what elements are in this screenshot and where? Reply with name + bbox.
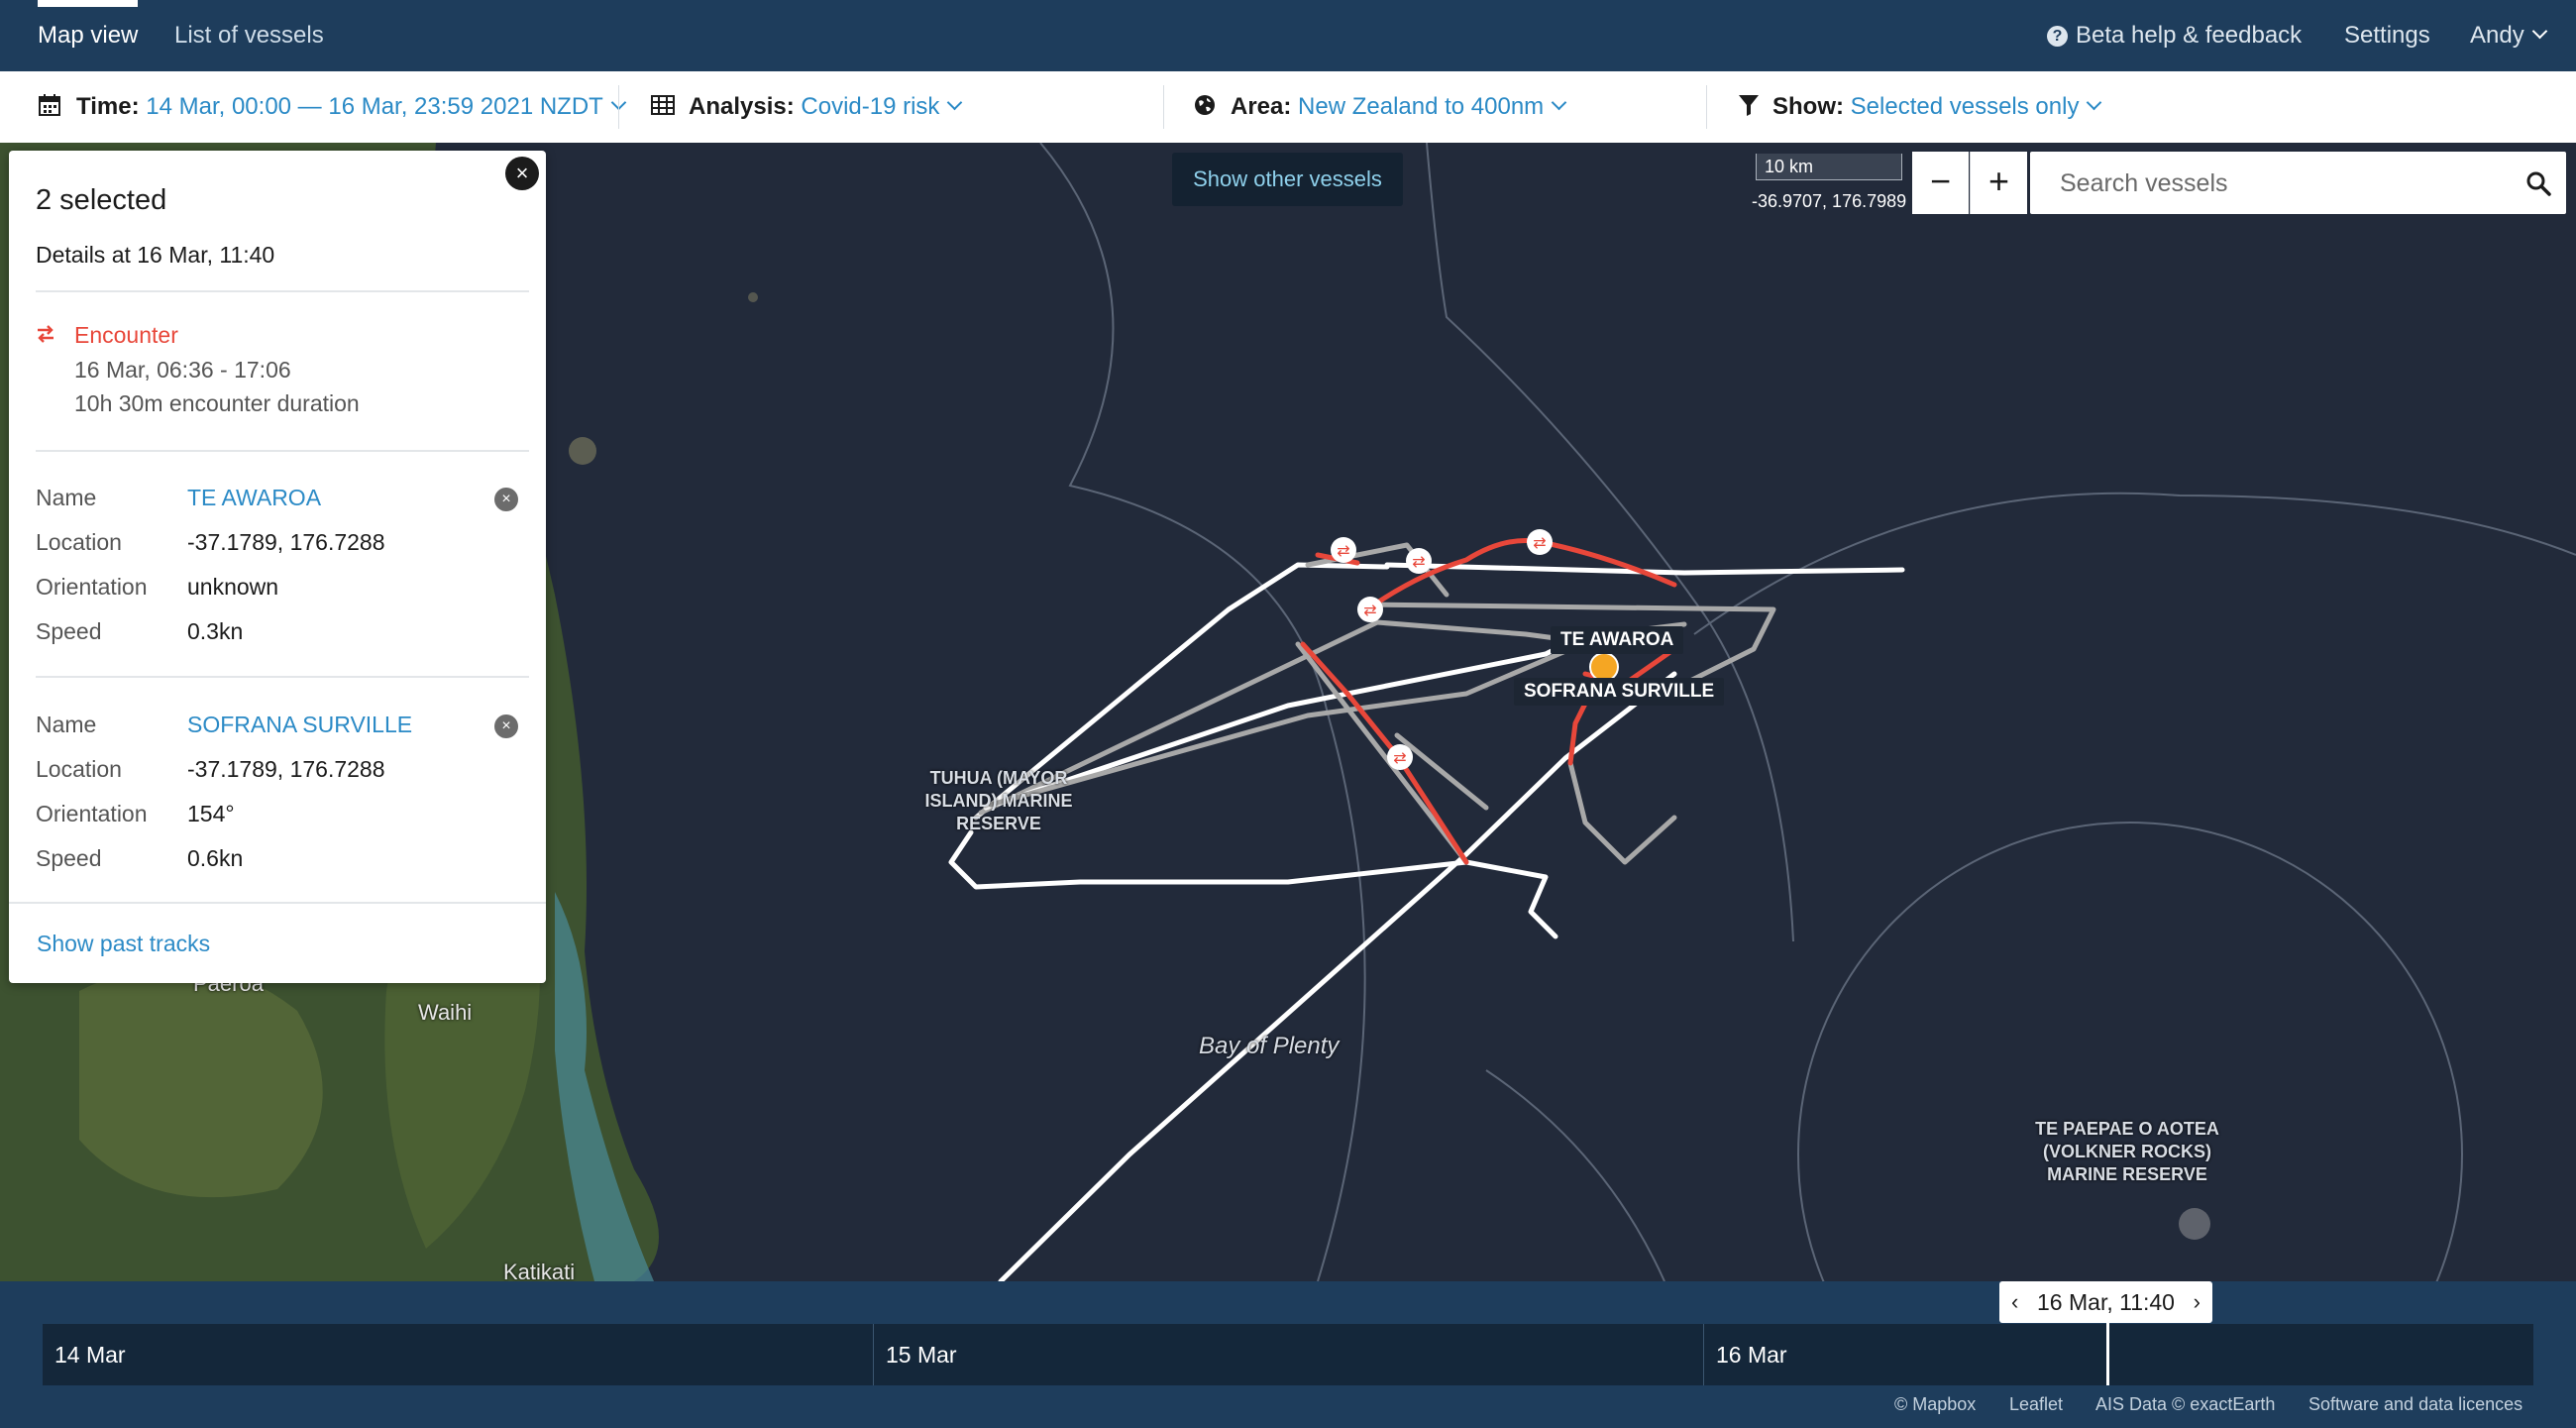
area-filter[interactable]: Area: New Zealand to 400nm bbox=[1231, 71, 1567, 143]
close-icon[interactable]: × bbox=[505, 157, 539, 190]
encounter-time-range: 16 Mar, 06:36 - 17:06 bbox=[74, 357, 291, 383]
zoom-in-button[interactable]: + bbox=[1970, 152, 2027, 214]
divider bbox=[618, 85, 619, 129]
vessel-location: -37.1789, 176.7288 bbox=[187, 756, 385, 782]
vessel-speed: 0.3kn bbox=[187, 618, 244, 644]
selection-panel: × 2 selected Details at 16 Mar, 11:40 En… bbox=[9, 151, 546, 983]
svg-text:⇄: ⇄ bbox=[1533, 533, 1546, 552]
show-other-vessels-button[interactable]: Show other vessels bbox=[1172, 153, 1403, 206]
field-label-orientation: Orientation bbox=[36, 574, 148, 600]
divider bbox=[36, 676, 529, 678]
divider bbox=[1163, 85, 1164, 129]
map-scale: 10 km bbox=[1756, 154, 1902, 180]
field-label-orientation: Orientation bbox=[36, 801, 148, 826]
svg-text:⇄: ⇄ bbox=[1337, 541, 1349, 560]
svg-text:⇄: ⇄ bbox=[1363, 601, 1376, 619]
panel-title: 2 selected bbox=[36, 184, 167, 216]
field-label-speed: Speed bbox=[36, 618, 102, 644]
user-name: Andy bbox=[2470, 22, 2524, 49]
divider bbox=[36, 450, 529, 452]
footer-link-mapbox[interactable]: © Mapbox bbox=[1894, 1394, 1976, 1415]
divider bbox=[1706, 85, 1707, 129]
cursor-coordinates: -36.9707, 176.7989 bbox=[1752, 191, 1907, 211]
chevron-down-icon bbox=[2087, 94, 2102, 111]
time-filter-value: 14 Mar, 00:00 — 16 Mar, 23:59 2021 NZDT bbox=[146, 93, 603, 120]
vessel-speed: 0.6kn bbox=[187, 845, 244, 871]
field-label-name: Name bbox=[36, 712, 97, 737]
encounter-duration: 10h 30m encounter duration bbox=[74, 390, 360, 416]
area-filter-value: New Zealand to 400nm bbox=[1298, 93, 1545, 120]
filter-icon bbox=[1739, 95, 1759, 116]
time-filter[interactable]: Time: 14 Mar, 00:00 — 16 Mar, 23:59 2021… bbox=[76, 71, 627, 143]
analysis-filter-label: Analysis: bbox=[689, 93, 795, 120]
place-label-waihi: Waihi bbox=[418, 1000, 473, 1025]
show-past-tracks-link[interactable]: Show past tracks bbox=[37, 931, 210, 957]
analysis-filter-value: Covid-19 risk bbox=[801, 93, 940, 120]
show-filter-label: Show: bbox=[1772, 93, 1844, 120]
field-label-speed: Speed bbox=[36, 845, 102, 871]
search-icon[interactable] bbox=[2525, 170, 2551, 196]
globe-icon bbox=[1195, 95, 1215, 115]
show-filter[interactable]: Show: Selected vessels only bbox=[1772, 71, 2102, 143]
vessel-label-sofrana-surville[interactable]: SOFRANA SURVILLE bbox=[1514, 678, 1725, 706]
divider bbox=[36, 290, 529, 292]
timeline-current-time: ‹ 16 Mar, 11:40 › bbox=[1999, 1281, 2212, 1323]
vessel-orientation: 154° bbox=[187, 801, 235, 826]
timeline-day: 14 Mar bbox=[54, 1342, 126, 1368]
vessel-name-link[interactable]: TE AWAROA bbox=[187, 485, 321, 511]
svg-text:⇄: ⇄ bbox=[1412, 552, 1425, 571]
help-label: Beta help & feedback bbox=[2076, 22, 2303, 49]
search-box bbox=[2030, 152, 2566, 216]
tab-map-view[interactable]: Map view bbox=[38, 0, 139, 71]
footer-link-licences[interactable]: Software and data licences bbox=[2308, 1394, 2522, 1415]
footer-link-ais-data[interactable]: AIS Data © exactEarth bbox=[2095, 1394, 2275, 1415]
user-menu[interactable]: Andy bbox=[2470, 0, 2547, 71]
timeline-day: 16 Mar bbox=[1703, 1324, 2533, 1385]
timeline: 14 Mar 15 Mar 16 Mar ‹ 16 Mar, 11:40 › ©… bbox=[0, 1281, 2576, 1428]
table-icon bbox=[651, 95, 675, 115]
place-label-tuhua: TUHUA (MAYOR ISLAND) MARINE RESERVE bbox=[924, 768, 1073, 833]
footer-link-leaflet[interactable]: Leaflet bbox=[2009, 1394, 2063, 1415]
vessel-orientation: unknown bbox=[187, 574, 279, 600]
details-timestamp: Details at 16 Mar, 11:40 bbox=[36, 242, 275, 268]
chevron-left-icon[interactable]: ‹ bbox=[2011, 1281, 2018, 1323]
vessel-name-link[interactable]: SOFRANA SURVILLE bbox=[187, 712, 412, 738]
tab-list-of-vessels[interactable]: List of vessels bbox=[174, 0, 324, 71]
help-icon: ? bbox=[2047, 26, 2068, 47]
zoom-out-button[interactable]: − bbox=[1912, 152, 1969, 214]
show-filter-value: Selected vessels only bbox=[1850, 93, 2080, 120]
chevron-down-icon bbox=[2531, 23, 2547, 40]
encounter-arrows-icon bbox=[38, 325, 54, 343]
vessel-label-te-awaroa[interactable]: TE AWAROA bbox=[1551, 626, 1684, 654]
encounter-label: Encounter bbox=[74, 322, 178, 348]
analysis-filter[interactable]: Analysis: Covid-19 risk bbox=[689, 71, 963, 143]
chevron-down-icon bbox=[947, 94, 963, 111]
chevron-right-icon[interactable]: › bbox=[2194, 1281, 2200, 1323]
search-input[interactable] bbox=[2030, 152, 2527, 216]
current-time-label: 16 Mar, 11:40 bbox=[2037, 1289, 2175, 1315]
place-label-bay-of-plenty: Bay of Plenty bbox=[1199, 1033, 1340, 1059]
timeline-track[interactable]: 14 Mar 15 Mar 16 Mar bbox=[43, 1324, 2533, 1385]
remove-vessel-icon[interactable]: × bbox=[494, 488, 518, 511]
calendar-icon bbox=[39, 94, 60, 116]
help-feedback-link[interactable]: ? Beta help & feedback bbox=[2047, 0, 2302, 71]
timeline-day: 15 Mar bbox=[873, 1324, 1703, 1385]
chevron-down-icon bbox=[1551, 94, 1567, 111]
field-label-name: Name bbox=[36, 485, 97, 510]
svg-text:⇄: ⇄ bbox=[1393, 748, 1406, 767]
time-filter-label: Time: bbox=[76, 93, 140, 120]
area-filter-label: Area: bbox=[1231, 93, 1292, 120]
place-label-te-paepae: TE PAEPAE O AOTEA (VOLKNER ROCKS) MARINE… bbox=[2035, 1119, 2219, 1184]
top-navigation: Map view List of vessels ? Beta help & fe… bbox=[0, 0, 2576, 71]
settings-link[interactable]: Settings bbox=[2344, 0, 2430, 71]
vessel-location: -37.1789, 176.7288 bbox=[187, 529, 385, 555]
place-label-katikati: Katikati bbox=[503, 1260, 576, 1281]
timeline-cursor[interactable] bbox=[2106, 1317, 2109, 1385]
remove-vessel-icon[interactable]: × bbox=[494, 714, 518, 738]
divider bbox=[9, 902, 546, 904]
field-label-location: Location bbox=[36, 756, 122, 782]
field-label-location: Location bbox=[36, 529, 122, 555]
